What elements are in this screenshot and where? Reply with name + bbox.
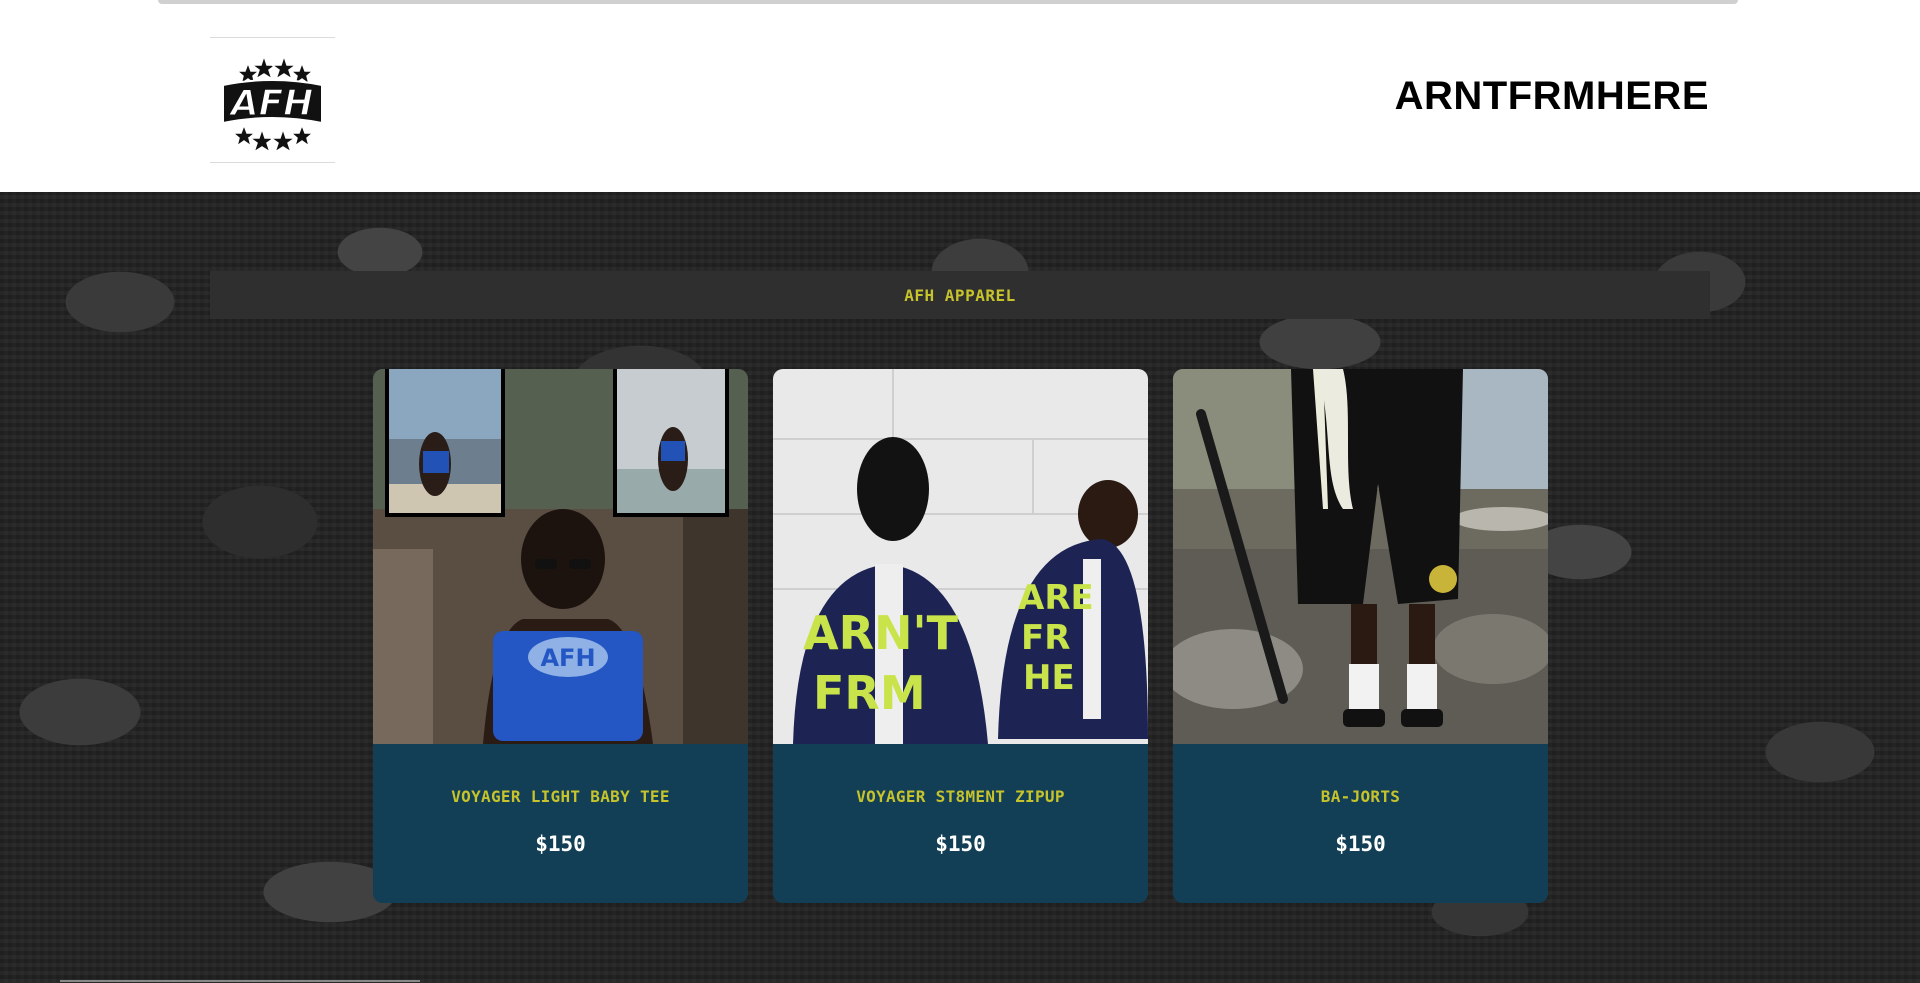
category-bar: AFH APPAREL bbox=[210, 271, 1710, 319]
afh-logo-link[interactable]: AFH bbox=[210, 37, 335, 163]
black-jorts-photo bbox=[1173, 369, 1548, 744]
product-photo[interactable]: ARN'T FRM ARE FR HE bbox=[773, 369, 1148, 744]
category-title: AFH APPAREL bbox=[904, 285, 1016, 305]
top-scrollbar[interactable] bbox=[0, 0, 1920, 12]
product-info: VOYAGER LIGHT BABY TEE $150 bbox=[373, 744, 748, 903]
product-card[interactable]: BA-JORTS $150 bbox=[1173, 369, 1548, 903]
scrollbar-thumb[interactable] bbox=[158, 0, 1738, 4]
brand-title[interactable]: ARNTFRMHERE bbox=[1395, 74, 1709, 119]
svg-text:ARN'T: ARN'T bbox=[803, 606, 959, 660]
product-info: BA-JORTS $150 bbox=[1173, 744, 1548, 903]
logo-text: AFH bbox=[228, 83, 314, 124]
afh-logo: AFH bbox=[222, 53, 323, 154]
product-photo[interactable] bbox=[1173, 369, 1548, 744]
product-info: VOYAGER ST8MENT ZIPUP $150 bbox=[773, 744, 1148, 903]
svg-text:AFH: AFH bbox=[540, 644, 595, 672]
camo-background-section: AFH APPAREL AFH VOYAGER LIGHT BABY TEE $… bbox=[0, 192, 1920, 983]
svg-text:ARE: ARE bbox=[1018, 578, 1094, 618]
two-models-navy-zipup-photo: ARN'T FRM ARE FR HE bbox=[773, 369, 1148, 744]
svg-text:HE: HE bbox=[1023, 658, 1075, 698]
site-header: AFH ARNTFRMHERE bbox=[0, 12, 1920, 192]
product-photo[interactable]: AFH bbox=[373, 369, 748, 744]
model-blue-crop-tee-photo: AFH bbox=[373, 369, 748, 744]
product-name[interactable]: VOYAGER LIGHT BABY TEE bbox=[373, 787, 748, 806]
product-price: $150 bbox=[1335, 832, 1386, 856]
svg-text:FR: FR bbox=[1021, 618, 1070, 658]
product-price: $150 bbox=[935, 832, 986, 856]
product-card[interactable]: AFH VOYAGER LIGHT BABY TEE $150 bbox=[373, 369, 748, 903]
product-price: $150 bbox=[535, 832, 586, 856]
product-name[interactable]: VOYAGER ST8MENT ZIPUP bbox=[773, 787, 1148, 806]
product-card[interactable]: ARN'T FRM ARE FR HE VOYAGER ST8MENT ZIPU… bbox=[773, 369, 1148, 903]
bottom-scroll-indicator bbox=[60, 980, 420, 982]
product-name[interactable]: BA-JORTS bbox=[1173, 787, 1548, 806]
svg-text:FRM: FRM bbox=[813, 666, 926, 720]
